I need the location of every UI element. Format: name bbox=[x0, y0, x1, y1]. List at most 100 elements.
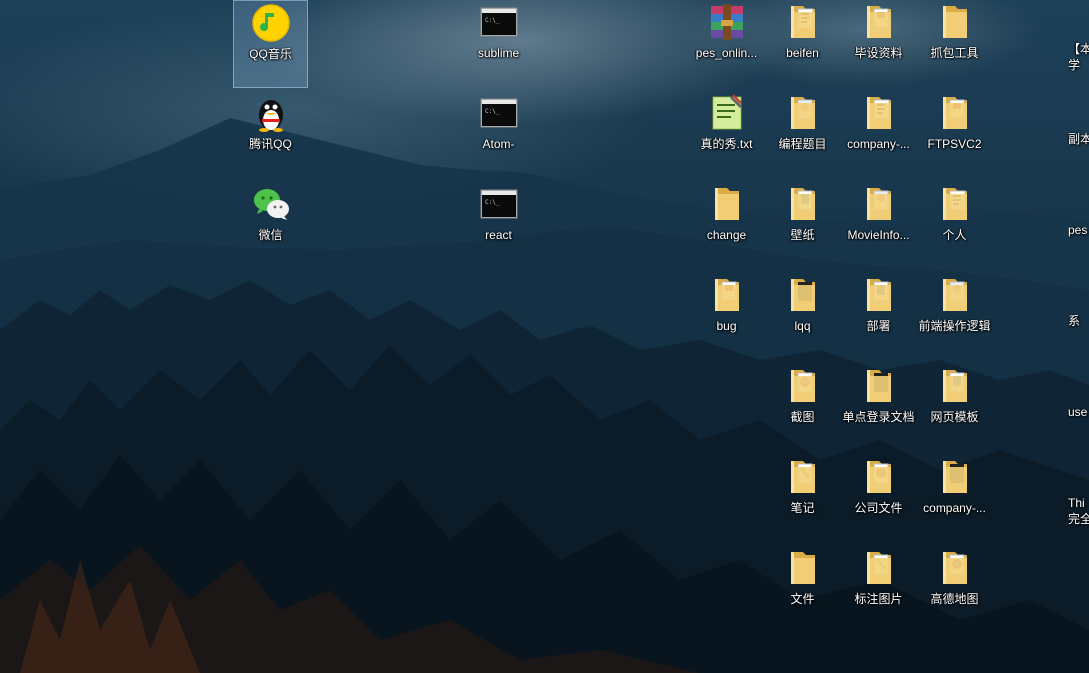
folder-icon bbox=[707, 184, 747, 224]
folder-icon bbox=[859, 457, 899, 497]
winrar-archive-icon bbox=[707, 2, 747, 42]
desktop-icon[interactable]: 腾讯QQ bbox=[233, 91, 308, 179]
desktop-icon[interactable]: 系 bbox=[1068, 314, 1089, 330]
desktop-icon[interactable]: 副本 bbox=[1068, 132, 1089, 148]
folder-icon bbox=[935, 548, 975, 588]
desktop-icon[interactable]: bug bbox=[689, 273, 764, 361]
folder-icon bbox=[935, 184, 975, 224]
desktop-icon-label: 单点登录文档 bbox=[842, 410, 915, 424]
folder-icon bbox=[859, 2, 899, 42]
folder-icon bbox=[935, 457, 975, 497]
folder-icon bbox=[859, 93, 899, 133]
desktop-icon[interactable]: 学 bbox=[1068, 58, 1089, 74]
desktop-icon[interactable]: 前端操作逻辑 bbox=[917, 273, 992, 361]
desktop-icon[interactable]: 网页模板 bbox=[917, 364, 992, 452]
desktop-icon[interactable]: pes_onlin... bbox=[689, 0, 764, 88]
text-file-icon bbox=[707, 93, 747, 133]
console-shortcut-icon: C:\_ bbox=[479, 2, 519, 42]
desktop-icon[interactable]: C:\_sublime bbox=[461, 0, 536, 88]
wechat-icon bbox=[251, 184, 291, 224]
desktop-icon-label: sublime bbox=[477, 46, 520, 60]
folder-icon bbox=[935, 366, 975, 406]
folder-icon bbox=[783, 93, 823, 133]
desktop-icon-label: FTPSVC2 bbox=[927, 137, 982, 151]
desktop-icon-label: 系 bbox=[1068, 314, 1081, 328]
desktop-icon[interactable]: use bbox=[1068, 405, 1089, 421]
desktop-icon[interactable]: 真的秀.txt bbox=[689, 91, 764, 179]
desktop-icon[interactable]: company-... bbox=[841, 91, 916, 179]
folder-icon bbox=[783, 457, 823, 497]
desktop-icon-label: 学 bbox=[1068, 58, 1081, 72]
desktop-icon[interactable]: 毕设资料 bbox=[841, 0, 916, 88]
desktop-icon-label: 截图 bbox=[790, 410, 815, 424]
desktop-icon[interactable]: lqq bbox=[765, 273, 840, 361]
desktop-icon-label: 部署 bbox=[866, 319, 891, 333]
desktop-icon-label: beifen bbox=[786, 46, 819, 60]
folder-icon bbox=[859, 184, 899, 224]
desktop-icon-label: pes bbox=[1068, 223, 1088, 237]
desktop-icon-label: company-... bbox=[923, 501, 986, 515]
folder-icon bbox=[707, 275, 747, 315]
desktop-icon-label: use bbox=[1068, 405, 1088, 419]
desktop-icon-label: 笔记 bbox=[790, 501, 815, 515]
desktop-icon-label: MovieInfo... bbox=[847, 228, 910, 242]
desktop-icon[interactable]: company-... bbox=[917, 455, 992, 543]
desktop-icon[interactable]: change bbox=[689, 182, 764, 270]
desktop[interactable]: QQ音乐 腾讯QQ 微信 C:\_ sublime C:\_ Atom- C:\_ react p… bbox=[0, 0, 1089, 673]
desktop-icon-label: 腾讯QQ bbox=[249, 137, 292, 151]
folder-icon bbox=[935, 2, 975, 42]
folder-icon bbox=[783, 184, 823, 224]
desktop-icon[interactable]: 抓包工具 bbox=[917, 0, 992, 88]
desktop-icon[interactable]: 笔记 bbox=[765, 455, 840, 543]
desktop-icon[interactable]: MovieInfo... bbox=[841, 182, 916, 270]
desktop-icon[interactable]: 高德地图 bbox=[917, 546, 992, 634]
desktop-icon[interactable]: 单点登录文档 bbox=[841, 364, 916, 452]
folder-icon bbox=[859, 275, 899, 315]
desktop-icon[interactable]: 微信 bbox=[233, 182, 308, 270]
desktop-icon[interactable]: 标注图片 bbox=[841, 546, 916, 634]
desktop-icon-label: 副本 bbox=[1068, 132, 1089, 146]
qq-penguin-icon bbox=[251, 93, 291, 133]
desktop-icon[interactable]: 【本 bbox=[1068, 42, 1089, 58]
svg-text:C:\_: C:\_ bbox=[485, 199, 500, 206]
desktop-icon-label: 完全 bbox=[1068, 512, 1089, 526]
desktop-icon[interactable]: C:\_ Atom- bbox=[461, 91, 536, 179]
desktop-icon-label: 微信 bbox=[258, 228, 283, 242]
desktop-icon[interactable]: Thi bbox=[1068, 496, 1089, 512]
desktop-icon[interactable]: 个人 bbox=[917, 182, 992, 270]
console-shortcut-icon: C:\_ bbox=[479, 93, 519, 133]
folder-icon bbox=[859, 366, 899, 406]
desktop-icon[interactable]: 壁纸 bbox=[765, 182, 840, 270]
desktop-icon[interactable]: 公司文件 bbox=[841, 455, 916, 543]
desktop-icon[interactable]: beifen bbox=[765, 0, 840, 88]
desktop-icon[interactable]: 编程题目 bbox=[765, 91, 840, 179]
desktop-icon-label: pes_onlin... bbox=[695, 46, 758, 60]
desktop-icon-label: company-... bbox=[847, 137, 910, 151]
desktop-icon-label: 标注图片 bbox=[854, 592, 903, 606]
folder-icon bbox=[783, 548, 823, 588]
desktop-icon-label: change bbox=[706, 228, 747, 242]
desktop-icon[interactable]: 完全 bbox=[1068, 512, 1089, 528]
desktop-icon-label: react bbox=[485, 228, 512, 242]
folder-icon bbox=[783, 2, 823, 42]
desktop-icon[interactable]: QQ音乐 bbox=[233, 0, 308, 88]
desktop-icon-label: lqq bbox=[794, 319, 811, 333]
desktop-icon[interactable]: C:\_react bbox=[461, 182, 536, 270]
desktop-icon[interactable]: 文件 bbox=[765, 546, 840, 634]
desktop-icon-label: 毕设资料 bbox=[854, 46, 903, 60]
qq-music-icon bbox=[251, 3, 291, 43]
desktop-icon[interactable]: FTPSVC2 bbox=[917, 91, 992, 179]
svg-text:C:\_: C:\_ bbox=[485, 17, 500, 24]
desktop-icon-label: 编程题目 bbox=[778, 137, 827, 151]
desktop-icon-label: 抓包工具 bbox=[930, 46, 979, 60]
desktop-icon-label: 【本 bbox=[1068, 42, 1089, 56]
desktop-icon-label: QQ音乐 bbox=[249, 47, 292, 61]
folder-icon bbox=[783, 275, 823, 315]
folder-icon bbox=[859, 548, 899, 588]
desktop-icon-label: 真的秀.txt bbox=[700, 137, 753, 151]
folder-icon bbox=[935, 275, 975, 315]
desktop-icon[interactable]: 截图 bbox=[765, 364, 840, 452]
desktop-icon[interactable]: 部署 bbox=[841, 273, 916, 361]
desktop-icon[interactable]: pes bbox=[1068, 223, 1089, 239]
desktop-icon-label: 壁纸 bbox=[790, 228, 815, 242]
